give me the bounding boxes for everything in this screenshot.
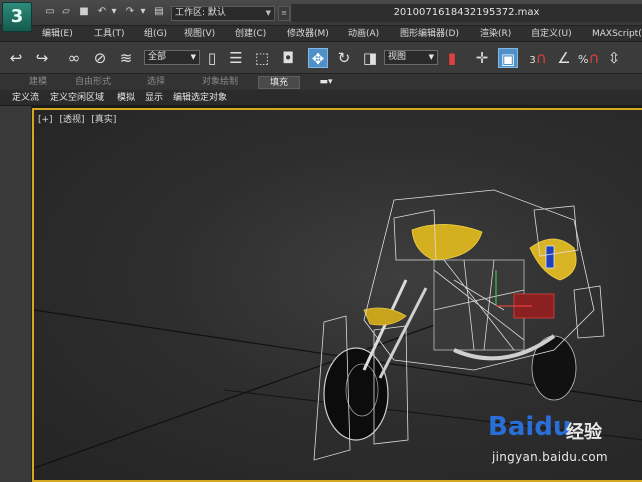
redo-icon[interactable]: ↷ [124,6,136,18]
open-file-icon[interactable]: ▱ [60,6,72,18]
menu-rendering[interactable]: 渲染(R) [480,27,511,41]
tab-populate[interactable]: 填充 [258,76,300,89]
display-button[interactable]: 显示 [145,91,163,105]
spinner-snap-icon[interactable]: ⇳ [604,48,624,68]
select-and-rotate-icon[interactable]: ↻ [334,48,354,68]
rectangular-selection-icon[interactable]: ⬚ [252,48,272,68]
select-and-move-icon[interactable]: ✥ [308,48,328,68]
snap-toggle-icon[interactable]: 3∩ [528,48,548,68]
ribbon-options-icon[interactable]: ▬▾ [312,76,340,89]
app-logo-button[interactable]: 3 [2,2,32,32]
fuel-tank [411,224,483,261]
menu-bar: 编辑(E) 工具(T) 组(G) 视图(V) 创建(C) 修改器(M) 动画(A… [0,26,642,42]
undo-arrow-icon[interactable]: ↩ [6,48,26,68]
percent-snap-icon[interactable]: %∩ [578,48,599,68]
menu-maxscript[interactable]: MAXScript( [592,27,642,41]
new-file-icon[interactable]: ▭ [44,6,56,18]
select-object-icon[interactable]: ▯ [202,48,222,68]
menu-group[interactable]: 组(G) [144,27,167,41]
grid-line [34,317,455,469]
gizmo-z-axis [545,245,555,269]
selection-filter-dropdown[interactable]: 全部 ▼ [144,50,200,65]
undo-dropdown-icon[interactable]: ▾ [108,6,120,18]
watermark-url: jingyan.baidu.com [492,450,608,464]
workspace-dropdown[interactable]: 工作区: 默认 ▼ [171,6,275,21]
link-icon[interactable]: ∞ [64,48,84,68]
menu-views[interactable]: 视图(V) [184,27,215,41]
viewport-menu-plus[interactable]: [+] [38,115,53,125]
selection-filter-value: 全部 [148,52,167,62]
tab-selection[interactable]: 选择 [138,76,174,89]
viewport-label[interactable]: [+] [透视] [真实] [38,112,120,125]
workspace-options-icon[interactable]: ≡ [278,6,290,21]
select-and-manipulate-icon[interactable]: ✛ [472,48,492,68]
menu-graph-editors[interactable]: 图形编辑器(D) [400,27,459,41]
chevron-down-icon: ▼ [190,53,196,61]
jingyan-text: 经验 [566,422,602,443]
chevron-down-icon: ▼ [265,9,271,17]
menu-modifiers[interactable]: 修改器(M) [287,27,329,41]
window-crossing-icon[interactable]: ◘ [278,48,298,68]
front-fender [363,307,407,326]
simulate-button[interactable]: 模拟 [117,91,135,105]
viewport-point-of-view[interactable]: [透视] [59,115,84,125]
file-name: 2010071618432195372.max [290,4,642,22]
reference-coord-dropdown[interactable]: 视图 ▼ [384,50,438,65]
tab-modeling[interactable]: 建模 [20,76,56,89]
main-toolbar: ↩ ↪ ∞ ⊘ ≋ 全部 ▼ ▯ ☰ ⬚ ◘ ✥ ↻ ◨ 视图 ▼ ▮ ✛ ▣ … [0,42,642,74]
menu-edit[interactable]: 编辑(E) [42,27,73,41]
menu-customize[interactable]: 自定义(U) [531,27,572,41]
front-fork [378,287,428,379]
project-folder-icon[interactable]: ▤ [153,6,165,18]
save-icon[interactable]: ■ [78,6,90,18]
define-flows-button[interactable]: 定义流 [12,91,39,105]
menu-tools[interactable]: 工具(T) [94,27,125,41]
baidu-jingyan-watermark: Baidu 经验 jingyan.baidu.com [488,412,618,472]
workspace-label: 工作区: 默认 [175,8,226,18]
left-toolbar-strip [0,106,32,482]
baidu-logo: Baidu [488,412,572,442]
keyboard-shortcut-override-icon[interactable]: ▣ [498,48,518,68]
chevron-down-icon: ▼ [428,53,434,61]
select-by-name-icon[interactable]: ☰ [226,48,246,68]
percent-snap-label: % [578,53,589,66]
edit-selected-button[interactable]: 编辑选定对象 [173,91,227,105]
bind-space-warp-icon[interactable]: ≋ [116,48,136,68]
front-wheel [323,347,389,441]
reference-coord-value: 视图 [388,52,407,62]
title-bar: 3 ▭ ▱ ■ ↶ ▾ ↷ ▾ ▤ 工作区: 默认 ▼ ≡ 2010071618… [0,0,642,32]
ribbon-tabs: 建模 自由形式 选择 对象绘制 填充 ▬▾ [0,74,642,90]
undo-icon[interactable]: ↶ [96,6,108,18]
viewport-shading[interactable]: [真实] [91,115,116,125]
menu-create[interactable]: 创建(C) [235,27,266,41]
pivot-center-icon[interactable]: ▮ [442,48,462,68]
menu-animation[interactable]: 动画(A) [348,27,379,41]
populate-panel: 定义流 定义空闲区域 模拟 显示 编辑选定对象 [0,90,642,106]
tab-object-paint[interactable]: 对象绘制 [192,76,248,89]
define-idle-areas-button[interactable]: 定义空闲区域 [50,91,104,105]
helper-box [573,285,605,339]
tab-freeform[interactable]: 自由形式 [66,76,120,89]
select-and-scale-icon[interactable]: ◨ [360,48,380,68]
angle-snap-icon[interactable]: ∠ [554,48,574,68]
redo-arrow-icon[interactable]: ↪ [32,48,52,68]
redo-dropdown-icon[interactable]: ▾ [137,6,149,18]
unlink-icon[interactable]: ⊘ [90,48,110,68]
